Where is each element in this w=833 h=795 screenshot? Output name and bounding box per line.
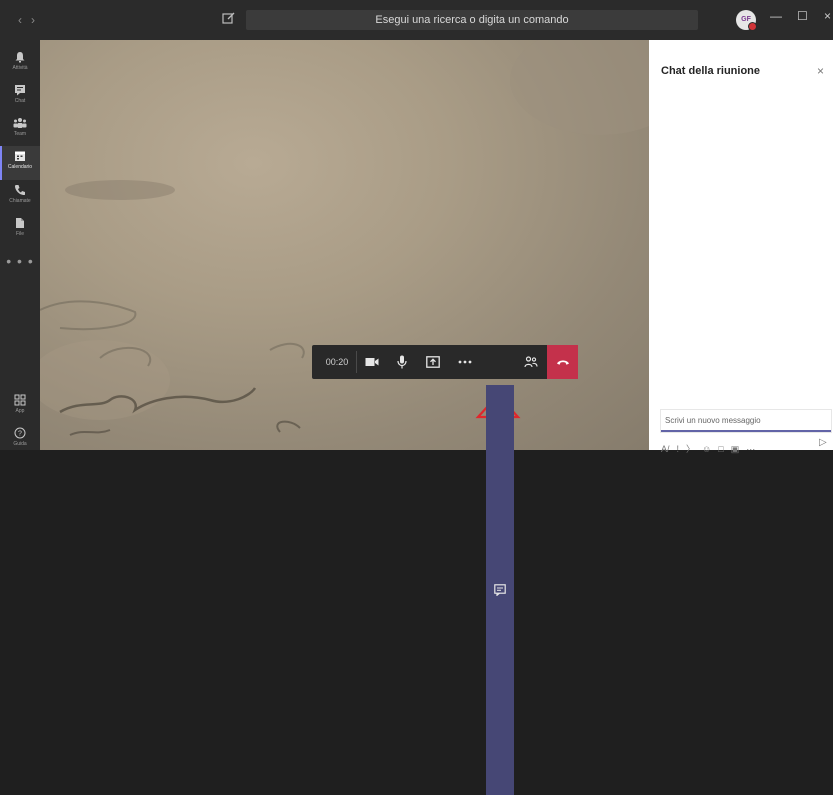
participants-button[interactable] [518, 345, 544, 379]
close-button[interactable]: × [824, 9, 831, 23]
divider [356, 351, 357, 373]
forward-button[interactable]: › [31, 13, 44, 27]
calendar-icon [15, 151, 25, 161]
file-icon [16, 218, 24, 228]
rail-item-label: Guida [13, 441, 27, 447]
rail-item-label: App [15, 408, 25, 414]
minimize-button[interactable]: — [770, 9, 782, 23]
more-apps-icon[interactable]: • • • [0, 253, 40, 269]
more-icon [458, 360, 472, 364]
meeting-timer: 00:20 [325, 357, 349, 367]
rail-item-help[interactable]: ? Guida [0, 423, 40, 457]
emoji-icon[interactable]: ☺ [702, 444, 711, 454]
meeting-controls: 00:20 [312, 345, 578, 795]
rail-item-label: Chiamate [9, 198, 31, 204]
important-icon[interactable]: ! [677, 444, 680, 454]
more-options-button[interactable] [452, 345, 478, 379]
back-button[interactable]: ‹ [18, 13, 31, 27]
app-bar: Attività Chat Team Calendario Chiamate F… [0, 40, 40, 450]
hang-up-button[interactable] [547, 345, 578, 379]
new-chat-icon[interactable] [222, 11, 236, 25]
phone-icon [15, 185, 25, 195]
video-camera-icon [365, 358, 379, 366]
microphone-button[interactable] [389, 345, 415, 379]
history-navigation: ‹› [18, 13, 44, 27]
avatar[interactable]: GF [736, 10, 757, 31]
rail-item-calls[interactable]: Chiamate [0, 180, 40, 214]
title-bar: ‹› GF — ☐ × [0, 0, 833, 40]
chat-icon [15, 85, 25, 96]
svg-text:?: ? [18, 431, 22, 438]
teams-icon [13, 118, 27, 128]
help-icon: ? [14, 427, 26, 439]
share-screen-button[interactable] [420, 345, 446, 379]
rail-item-label: File [15, 231, 25, 237]
chat-icon [494, 584, 506, 596]
rail-item-activity[interactable]: Attività [0, 47, 40, 81]
rail-item-calendar[interactable]: Calendario [0, 146, 40, 180]
search-input[interactable] [246, 10, 698, 30]
rail-item-label: Chat [14, 98, 26, 104]
format-icon[interactable]: A​/ [661, 444, 670, 454]
compose-toolbar: A​/! 〉 ☺ □ ▣ ⋯ [661, 439, 831, 454]
rail-item-label: Team [13, 131, 27, 137]
status-badge [748, 22, 757, 31]
maximize-button[interactable]: ☐ [797, 9, 808, 23]
rail-item-label: Attività [12, 65, 28, 71]
rail-item-chat[interactable]: Chat [0, 80, 40, 114]
meeting-chat-panel: Chat della riunione × A​/!〉☺□▣⋯ ▷ [649, 40, 833, 454]
bell-icon [15, 52, 25, 63]
message-compose-box [661, 410, 831, 432]
participants-icon [524, 356, 538, 368]
rail-item-files[interactable]: File [0, 213, 40, 247]
send-icon[interactable]: ▷ [819, 437, 827, 448]
camera-feed-image [40, 40, 649, 450]
camera-button[interactable] [359, 345, 385, 379]
rail-item-apps[interactable]: App [0, 390, 40, 424]
rail-item-teams[interactable]: Team [0, 113, 40, 147]
message-input[interactable] [661, 411, 831, 430]
gif-icon[interactable]: □ [718, 444, 723, 454]
attach-icon[interactable]: 〉 [686, 442, 695, 455]
video-stage [40, 40, 649, 450]
chat-panel-title: Chat della riunione [661, 65, 761, 77]
rail-item-label: Calendario [7, 164, 33, 170]
hang-up-icon [556, 360, 569, 365]
share-screen-icon [426, 356, 440, 368]
apps-icon [14, 394, 26, 406]
show-conversation-button[interactable] [486, 385, 514, 795]
close-chat-button[interactable]: × [817, 64, 824, 78]
microphone-icon [397, 355, 407, 369]
